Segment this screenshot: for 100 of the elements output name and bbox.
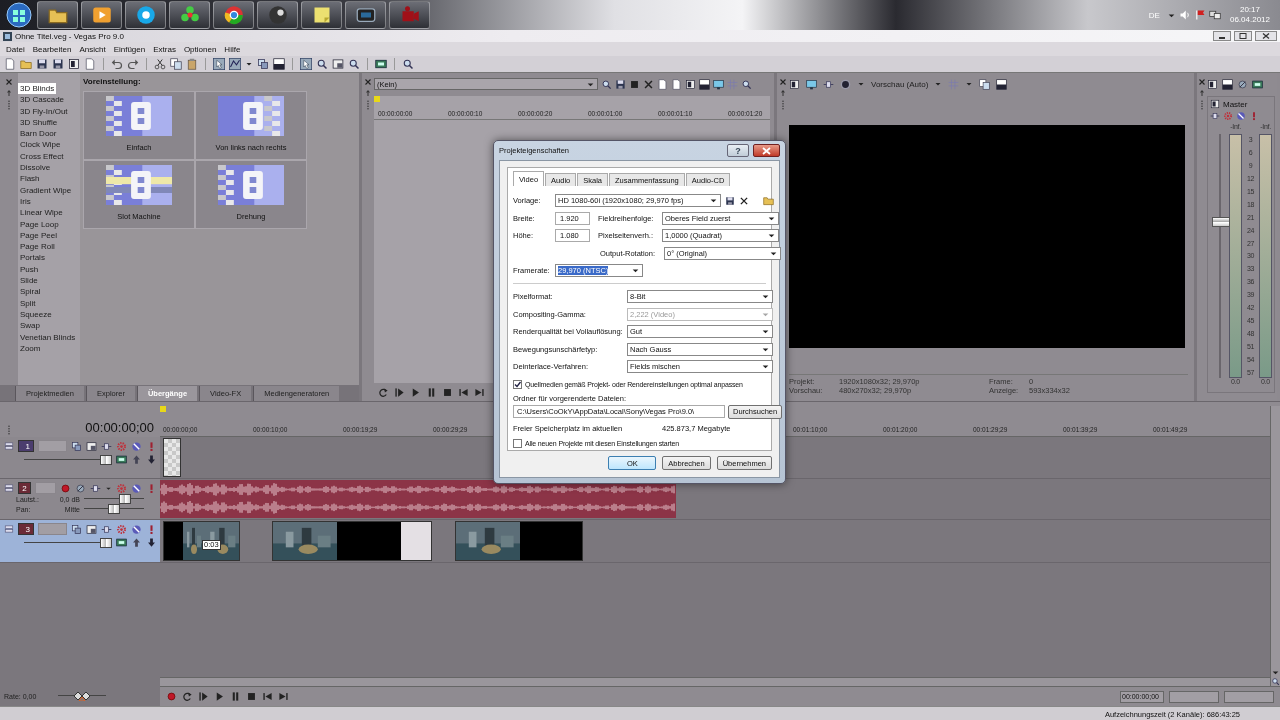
slider-track[interactable] bbox=[84, 504, 144, 514]
transition-item[interactable]: Zoom bbox=[18, 342, 43, 355]
skip-forward-icon[interactable] bbox=[474, 386, 485, 398]
copy-icon[interactable] bbox=[979, 78, 991, 90]
pause-icon[interactable] bbox=[230, 691, 241, 702]
checkbox[interactable] bbox=[513, 438, 522, 448]
menu-item[interactable]: Einfügen bbox=[109, 43, 150, 55]
transition-item[interactable]: Split bbox=[18, 297, 38, 309]
menu-item[interactable]: Datei bbox=[2, 43, 29, 55]
zoom-icon[interactable] bbox=[601, 78, 612, 90]
document-icon[interactable] bbox=[4, 58, 16, 70]
close-icon[interactable] bbox=[739, 195, 749, 206]
mute-icon[interactable] bbox=[131, 440, 142, 452]
record-icon[interactable] bbox=[166, 691, 177, 702]
pause-icon[interactable] bbox=[426, 386, 437, 398]
slider-track[interactable] bbox=[84, 494, 144, 504]
transition-item[interactable]: Dissolve bbox=[18, 162, 53, 174]
skip-forward-icon[interactable] bbox=[278, 691, 289, 702]
taskbar-button[interactable] bbox=[257, 1, 298, 29]
split-screen-icon[interactable] bbox=[273, 58, 285, 70]
start-button[interactable] bbox=[4, 1, 34, 29]
window-icon[interactable] bbox=[68, 58, 80, 70]
rate-slider-thumb[interactable] bbox=[74, 691, 91, 701]
preview-quality-dropdown[interactable]: Vorschau (Auto) bbox=[871, 79, 929, 89]
clipboard-icon[interactable] bbox=[186, 58, 198, 70]
transition-item[interactable]: Spiral bbox=[18, 286, 43, 298]
window-icon[interactable] bbox=[1207, 78, 1218, 90]
document-icon[interactable] bbox=[657, 78, 668, 90]
checkbox[interactable] bbox=[513, 379, 522, 389]
arrow-up-icon[interactable] bbox=[131, 537, 142, 548]
save-icon[interactable] bbox=[36, 58, 48, 70]
mute-icon[interactable] bbox=[1236, 111, 1246, 121]
cursor-icon[interactable] bbox=[213, 58, 225, 70]
horizontal-scrollbar[interactable] bbox=[160, 677, 1270, 686]
zoom-icon[interactable] bbox=[1271, 677, 1280, 686]
arrow-down-icon[interactable] bbox=[146, 454, 157, 465]
caret-icon[interactable] bbox=[965, 80, 974, 88]
transition-item[interactable]: Swap bbox=[18, 320, 42, 332]
transition-item[interactable]: Push bbox=[18, 263, 41, 276]
folder-icon[interactable] bbox=[763, 195, 774, 207]
cursor-icon[interactable] bbox=[300, 58, 312, 70]
split-screen-icon[interactable] bbox=[996, 78, 1008, 90]
window-icon[interactable] bbox=[685, 78, 696, 90]
transition-item[interactable]: Venetian Blinds bbox=[18, 331, 78, 343]
play-icon[interactable] bbox=[410, 386, 421, 398]
pin-icon[interactable] bbox=[779, 89, 787, 97]
collapse-icon[interactable] bbox=[4, 483, 14, 493]
record-icon[interactable] bbox=[60, 482, 71, 494]
skip-back-icon[interactable] bbox=[458, 386, 469, 398]
skip-back-icon[interactable] bbox=[262, 691, 273, 702]
mute-icon[interactable] bbox=[131, 482, 142, 494]
transition-item[interactable]: Slide bbox=[18, 275, 40, 287]
playhead-marker[interactable] bbox=[160, 406, 166, 412]
transition-item[interactable]: Flash bbox=[18, 173, 42, 185]
close-button[interactable] bbox=[1255, 31, 1277, 41]
menu-item[interactable]: Ansicht bbox=[75, 43, 110, 55]
layers-icon[interactable] bbox=[71, 523, 82, 535]
mute-icon[interactable] bbox=[131, 523, 142, 535]
rate-slider-track[interactable] bbox=[58, 691, 107, 701]
undo-icon[interactable] bbox=[111, 58, 123, 70]
network-icon[interactable] bbox=[1208, 9, 1221, 21]
slider-thumb[interactable] bbox=[100, 537, 112, 548]
play-from-start-icon[interactable] bbox=[198, 691, 209, 702]
flag-icon[interactable] bbox=[1193, 9, 1206, 21]
frame-icon[interactable] bbox=[332, 58, 344, 70]
audio-clip[interactable] bbox=[160, 480, 676, 518]
transition-item[interactable]: Page Loop bbox=[18, 218, 61, 230]
slider-thumb[interactable] bbox=[100, 454, 112, 465]
redo-icon[interactable] bbox=[127, 58, 139, 70]
track-name-field[interactable] bbox=[34, 482, 56, 494]
slider-thumb[interactable] bbox=[108, 504, 120, 514]
generated-media-clip[interactable] bbox=[163, 438, 181, 477]
zoom-icon[interactable] bbox=[316, 58, 328, 70]
pin-icon[interactable] bbox=[364, 89, 372, 97]
collapse-icon[interactable] bbox=[4, 441, 14, 451]
caret-icon[interactable] bbox=[1271, 668, 1280, 677]
menu-item[interactable]: Hilfe bbox=[220, 43, 245, 55]
loop-icon[interactable] bbox=[378, 386, 389, 398]
transition-item[interactable]: Page Roll bbox=[18, 241, 57, 253]
split-screen-icon[interactable] bbox=[1222, 78, 1233, 90]
transition-item[interactable]: Page Peel bbox=[18, 229, 59, 242]
stop-icon[interactable] bbox=[246, 691, 257, 702]
pin-icon[interactable] bbox=[1198, 89, 1206, 97]
split-screen-icon[interactable] bbox=[699, 78, 710, 90]
pin-icon[interactable] bbox=[5, 89, 13, 97]
frame-icon[interactable] bbox=[86, 440, 97, 452]
slider-thumb[interactable] bbox=[118, 494, 131, 504]
play-from-start-icon[interactable] bbox=[394, 386, 405, 398]
transition-item[interactable]: Portals bbox=[18, 252, 47, 264]
taskbar-button[interactable] bbox=[169, 1, 210, 29]
video-clip[interactable] bbox=[272, 521, 432, 561]
caret-icon[interactable] bbox=[934, 80, 943, 88]
save-icon[interactable] bbox=[725, 195, 735, 206]
taskbar-button[interactable] bbox=[301, 1, 342, 29]
menu-item[interactable]: Optionen bbox=[179, 43, 221, 55]
track-name-field[interactable] bbox=[38, 440, 67, 452]
transition-item[interactable]: Gradient Wipe bbox=[18, 184, 74, 196]
taskbar-button[interactable] bbox=[345, 1, 386, 29]
stop-icon[interactable] bbox=[442, 386, 453, 398]
caret-icon[interactable] bbox=[245, 60, 253, 68]
